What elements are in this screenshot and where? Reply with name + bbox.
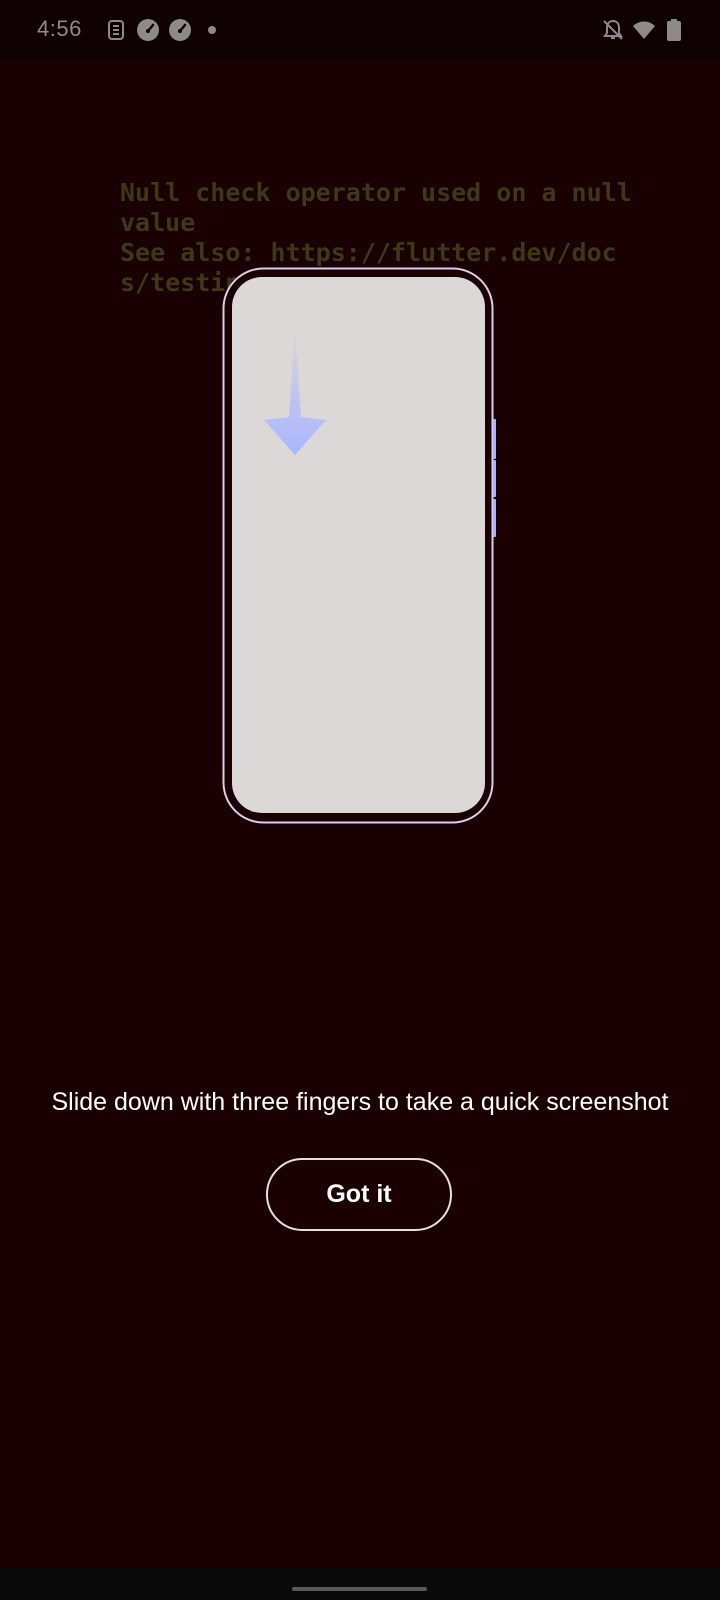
phone-side-button [493, 419, 496, 459]
phone-screen [232, 277, 485, 813]
wifi-icon [633, 21, 655, 39]
sim-toolkit-icon [108, 20, 124, 40]
navigation-bar [0, 1568, 720, 1600]
phone-side-button [493, 460, 496, 497]
battery-icon [667, 19, 681, 41]
instruction-text: Slide down with three fingers to take a … [51, 1088, 669, 1116]
screen: 4:56 Null check operator used on a null … [0, 0, 720, 1600]
status-bar: 4:56 [0, 0, 720, 60]
got-it-button[interactable]: Got it [266, 1158, 452, 1231]
speedometer-icon [169, 19, 191, 41]
phone-illustration [222, 267, 496, 824]
status-time: 4:56 [37, 16, 82, 41]
phone-side-button [493, 499, 496, 537]
notification-dot-icon [208, 26, 216, 34]
home-gesture-handle[interactable] [292, 1587, 427, 1591]
notifications-off-icon [603, 19, 623, 40]
speedometer-icon [137, 19, 159, 41]
